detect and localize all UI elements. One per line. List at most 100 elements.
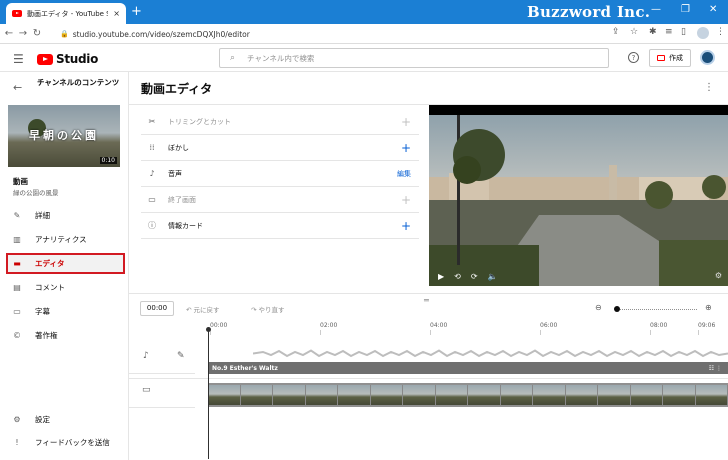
studio-logo[interactable]: Studio [37, 52, 98, 66]
tool-blur[interactable]: ⁞⁞ ぼかし + [141, 135, 419, 161]
help-icon[interactable]: ? [628, 52, 639, 63]
more-options-icon[interactable]: ⋮ [704, 82, 714, 93]
tool-trim[interactable]: ✂ トリミングとカット + [141, 109, 419, 135]
sidepanel-icon[interactable]: ▯ [681, 27, 686, 37]
sidebar-item-settings[interactable]: ⚙ 設定 [6, 409, 125, 430]
forward-arrow-icon[interactable]: → [16, 28, 30, 39]
undo-label: 元に戻す [193, 306, 220, 314]
player-settings-icon[interactable]: ⚙ [715, 271, 722, 280]
resize-handle-icon[interactable]: ═ [424, 296, 429, 305]
sidebar-item-analytics[interactable]: ▥ アナリティクス [6, 229, 125, 250]
youtube-favicon-icon [12, 10, 22, 17]
blur-icon: ⁞⁞ [149, 143, 155, 152]
browser-tab[interactable]: 動画エディタ - YouTube Studio × [6, 3, 126, 24]
video-frame-thumb [338, 385, 371, 405]
sidebar: ← チャンネルのコンテンツ 早朝の公園 0:10 動画 緑の公園の風景 ✎ 詳細… [0, 72, 129, 460]
sidebar-item-label: 詳細 [35, 211, 50, 220]
studio-header: ☰ Studio ⌕ チャンネル内で検索 ? 作成 [0, 44, 728, 72]
zoom-control[interactable]: ⊖ ⊕ [595, 303, 715, 315]
minimize-icon[interactable]: — [651, 4, 661, 15]
add-icon[interactable]: + [401, 141, 411, 155]
browser-profile-avatar[interactable] [697, 27, 709, 39]
tool-end-screen[interactable]: ▭ 終了画面 + [141, 187, 419, 213]
pencil-icon[interactable]: ✎ [177, 351, 185, 361]
reading-list-icon[interactable]: ≡ [665, 27, 673, 37]
zoom-out-icon[interactable]: ⊖ [595, 303, 602, 312]
reload-icon[interactable]: ↻ [30, 28, 44, 39]
tab-title: 動画エディタ - YouTube Studio [27, 9, 108, 18]
video-frame [429, 115, 728, 286]
back-arrow-icon[interactable]: ← [2, 28, 16, 39]
time-ruler: 00:00 02:00 04:00 06:00 08:00 09:06 [208, 322, 728, 336]
thumbnail-duration: 0:10 [99, 157, 117, 164]
video-frame-thumb [695, 385, 728, 405]
video-frame-thumb [273, 385, 306, 405]
music-clip[interactable]: No.9 Esther's Waltz ☷ ⋮ [208, 362, 728, 374]
add-icon[interactable]: + [401, 115, 411, 129]
add-icon[interactable]: + [401, 193, 411, 207]
volume-icon[interactable]: 🔈 [488, 272, 498, 281]
video-camera-icon [657, 55, 665, 61]
video-thumbnail[interactable]: 早朝の公園 0:10 [8, 105, 120, 167]
video-label: 動画 [13, 177, 28, 186]
tool-audio[interactable]: ♪ 音声 編集 [141, 161, 419, 187]
edit-link[interactable]: 編集 [397, 169, 411, 179]
video-frame-thumb [370, 385, 403, 405]
sidebar-item-feedback[interactable]: ! フィードバックを送信 [6, 432, 125, 453]
sidebar-item-copyright[interactable]: © 著作権 [6, 325, 125, 346]
back-arrow-icon[interactable]: ← [13, 81, 22, 94]
maximize-icon[interactable]: ❐ [681, 4, 690, 15]
new-tab-button[interactable]: + [131, 5, 142, 19]
page-title: 動画エディタ [141, 82, 213, 96]
rewind-icon[interactable]: ⟲ [454, 272, 461, 281]
search-icon: ⌕ [230, 53, 236, 63]
zoom-slider-track[interactable] [615, 309, 697, 310]
sidebar-item-subtitles[interactable]: ▭ 字幕 [6, 301, 125, 322]
video-frame-thumb [403, 385, 436, 405]
redo-label: やり直す [258, 306, 285, 314]
share-icon[interactable]: ⇪ [612, 27, 620, 37]
sidebar-item-details[interactable]: ✎ 詳細 [6, 205, 125, 226]
hamburger-menu-icon[interactable]: ☰ [13, 52, 24, 66]
video-frame-thumb [533, 385, 566, 405]
forward-icon[interactable]: ⟳ [471, 272, 478, 281]
undo-button[interactable]: ↶ 元に戻す [186, 304, 220, 314]
sidebar-item-editor[interactable]: ▬ エディタ [6, 253, 125, 274]
comment-icon: ▤ [13, 283, 21, 292]
playhead[interactable] [206, 327, 211, 459]
channel-content-title[interactable]: チャンネルのコンテンツ [37, 78, 122, 88]
account-avatar[interactable] [700, 50, 715, 65]
clip-options-icon[interactable]: ☷ ⋮ [709, 365, 722, 372]
create-button[interactable]: 作成 [649, 49, 691, 67]
tool-info-cards[interactable]: ⓘ 情報カード + [141, 213, 419, 239]
extensions-icon[interactable]: ✱ [649, 27, 657, 37]
add-icon[interactable]: + [401, 219, 411, 233]
audio-lane[interactable]: No.9 Esther's Waltz ☷ ⋮ [208, 346, 728, 379]
timeline-panel: ═ 00:00 ↶ 元に戻す ↷ やり直す ⊖ ⊕ 00:00 02:00 04… [129, 293, 728, 460]
tool-label: 音声 [168, 169, 182, 178]
tool-label: ぼかし [168, 143, 189, 152]
redo-button[interactable]: ↷ やり直す [251, 304, 285, 314]
analytics-icon: ▥ [13, 235, 21, 244]
sidebar-item-label: コメント [35, 283, 65, 292]
ruler-tick: 00:00 [210, 322, 228, 335]
zoom-slider-knob[interactable] [614, 306, 620, 312]
url-text[interactable]: studio.youtube.com/video/szemcDQXJh0/edi… [73, 30, 250, 39]
window-close-icon[interactable]: ✕ [709, 4, 717, 15]
studio-logo-text: Studio [56, 52, 99, 66]
search-input[interactable]: ⌕ チャンネル内で検索 [219, 48, 609, 68]
address-bar[interactable]: 🔒 studio.youtube.com/video/szemcDQXJh0/e… [60, 27, 588, 41]
tab-close-icon[interactable]: × [113, 9, 120, 18]
chrome-menu-icon[interactable]: ⋮ [716, 27, 725, 37]
sidebar-item-comments[interactable]: ▤ コメント [6, 277, 125, 298]
bookmark-star-icon[interactable]: ☆ [630, 27, 638, 37]
info-icon: ⓘ [148, 221, 156, 230]
video-preview[interactable]: ▶ ⟲ ⟳ 🔈 ⚙ [429, 105, 728, 286]
video-lane[interactable] [208, 383, 728, 407]
editor-icon: ▬ [13, 259, 21, 268]
play-icon[interactable]: ▶ [438, 272, 444, 281]
music-title: No.9 Esther's Waltz [212, 364, 278, 372]
current-time-field[interactable]: 00:00 [140, 301, 174, 316]
zoom-in-icon[interactable]: ⊕ [705, 303, 712, 312]
lock-icon: 🔒 [60, 30, 69, 38]
